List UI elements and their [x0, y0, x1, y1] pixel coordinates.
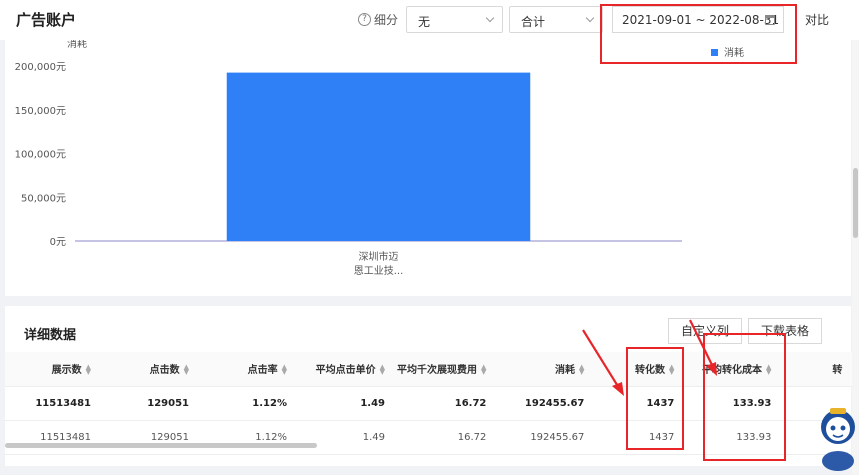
- column-header[interactable]: 平均千次展现费用 ▲ ▼: [397, 352, 499, 387]
- column-header[interactable]: 展示数 ▲ ▼: [5, 352, 103, 387]
- bar-chart: 消耗 0元 50,000元 100,000元 150,000元 200,000元深圳市迈恩…: [15, 40, 682, 277]
- annotation-box-avg-cost: [703, 333, 786, 461]
- page-title: 广告账户: [16, 11, 77, 29]
- sort-icon[interactable]: ▲ ▼: [282, 364, 287, 376]
- help-icon[interactable]: ?: [358, 13, 371, 26]
- sort-icon[interactable]: ▲ ▼: [86, 364, 91, 376]
- compare-button[interactable]: 对比: [805, 11, 829, 28]
- y-tick-label: 150,000元: [15, 106, 66, 117]
- column-header-label: 转: [832, 365, 843, 377]
- table-cell: 1.12%: [201, 386, 299, 421]
- aggregate-select-value: 合计: [521, 15, 546, 29]
- sort-icon[interactable]: ▲ ▼: [380, 364, 385, 376]
- column-header-label: 平均点击单价: [315, 365, 376, 377]
- breakdown-select[interactable]: 无: [406, 6, 503, 33]
- table-cell: 1.49: [299, 386, 397, 421]
- detail-title: 详细数据: [24, 328, 77, 343]
- column-header[interactable]: 点击率 ▲ ▼: [201, 352, 299, 387]
- column-header[interactable]: 转: [783, 352, 855, 387]
- column-header-label: 点击数: [149, 365, 180, 377]
- breakdown-label: 细分: [374, 13, 399, 27]
- y-tick-label: 200,000元: [15, 62, 66, 73]
- table-cell: 1.12%: [201, 420, 299, 455]
- breakdown-select-value: 无: [418, 15, 431, 29]
- chevron-down-icon: [585, 13, 595, 23]
- assistant-mascot-icon[interactable]: [818, 405, 859, 471]
- chevron-down-icon: [485, 13, 495, 23]
- x-tick-label: 恩工业技...: [354, 264, 404, 277]
- y-tick-label: 50,000元: [21, 193, 66, 204]
- bar: [226, 72, 531, 241]
- column-header-label: 消耗: [555, 365, 575, 377]
- y-tick-label: 0元: [50, 237, 66, 248]
- table-cell: 129051: [103, 386, 201, 421]
- column-header-label: 展示数: [51, 365, 82, 377]
- table-cell: 16.72: [397, 386, 499, 421]
- y-axis-label: 消耗: [67, 40, 87, 50]
- x-tick-label: 深圳市迈: [359, 250, 399, 263]
- annotation-box-conversions: [626, 347, 684, 450]
- sort-icon[interactable]: ▲ ▼: [579, 364, 584, 376]
- aggregate-select[interactable]: 合计: [509, 6, 603, 33]
- column-header-label: 平均千次展现费用: [397, 365, 477, 377]
- scrollbar-thumb[interactable]: [853, 168, 858, 238]
- table-cell: 11513481: [5, 386, 103, 421]
- column-header[interactable]: 平均点击单价 ▲ ▼: [299, 352, 397, 387]
- column-header[interactable]: 点击数 ▲ ▼: [103, 352, 201, 387]
- y-tick-label: 100,000元: [15, 150, 66, 161]
- table-cell: 11513481: [5, 420, 103, 455]
- column-header-label: 点击率: [247, 365, 278, 377]
- sort-icon[interactable]: ▲ ▼: [184, 364, 189, 376]
- table-cell: 16.72: [397, 420, 499, 455]
- horizontal-scrollbar[interactable]: [5, 443, 317, 448]
- table-cell: 129051: [103, 420, 201, 455]
- sort-icon[interactable]: ▲ ▼: [481, 364, 486, 376]
- table-cell: 192455.67: [498, 420, 597, 455]
- annotation-box-date: [600, 4, 797, 64]
- table-cell: 1.49: [299, 420, 397, 455]
- column-header[interactable]: 消耗 ▲ ▼: [498, 352, 597, 387]
- table-cell: 192455.67: [498, 386, 597, 421]
